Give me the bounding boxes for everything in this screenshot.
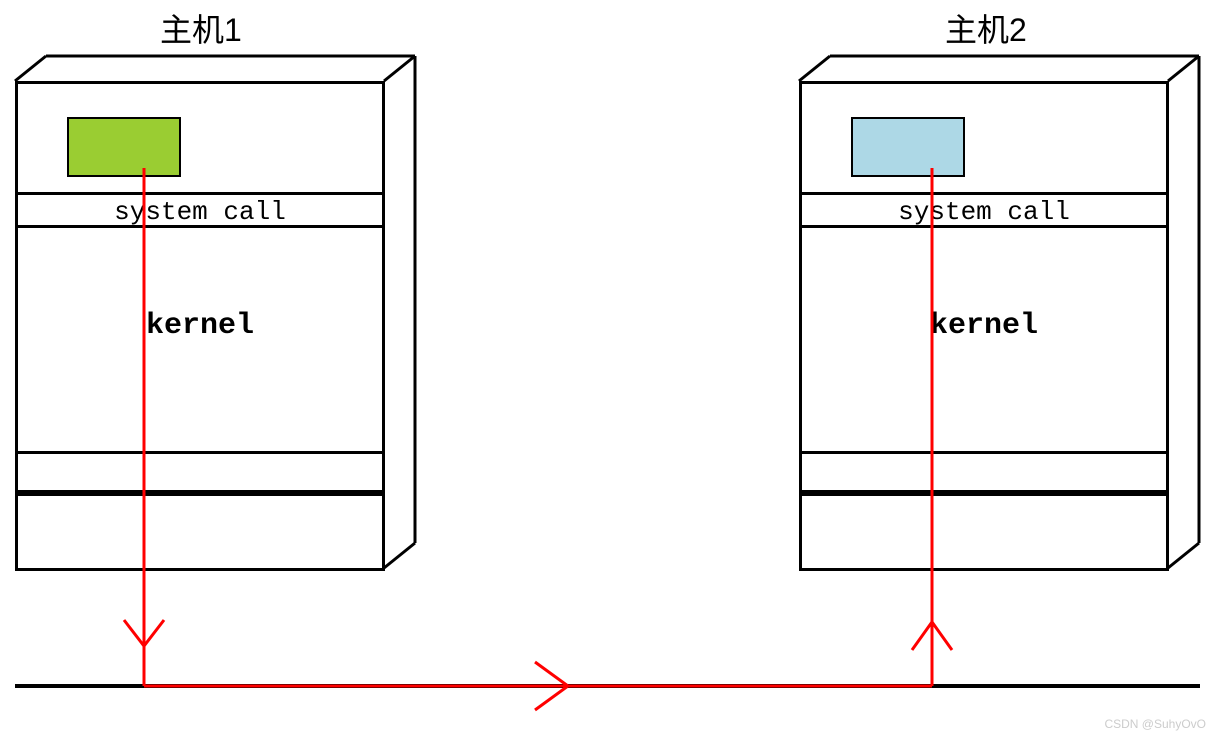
host2-app-box [851, 117, 965, 177]
host1-title: 主机1 [160, 5, 242, 51]
host2-box: system call kernel [799, 81, 1169, 571]
host1-lower-row1 [18, 451, 382, 493]
host1-box: system call kernel [15, 81, 385, 571]
host2-lower-row1 [802, 451, 1166, 493]
watermark: CSDN @SuhyOvO [1104, 717, 1206, 731]
host2-lower-row2top [802, 493, 1166, 496]
host1-app-box [67, 117, 181, 177]
host2-systemcall-row: system call [802, 192, 1166, 228]
host2-title: 主机2 [945, 5, 1027, 51]
host2-systemcall-label: system call [802, 197, 1166, 227]
host1-lower-row2top [18, 493, 382, 496]
host1-systemcall-label: system call [18, 197, 382, 227]
diagram-container: 主机1 主机2 system call kernel [0, 0, 1216, 741]
host1-kernel-label: kernel [18, 309, 382, 343]
host1-systemcall-row: system call [18, 192, 382, 228]
host2-kernel-label: kernel [802, 309, 1166, 343]
